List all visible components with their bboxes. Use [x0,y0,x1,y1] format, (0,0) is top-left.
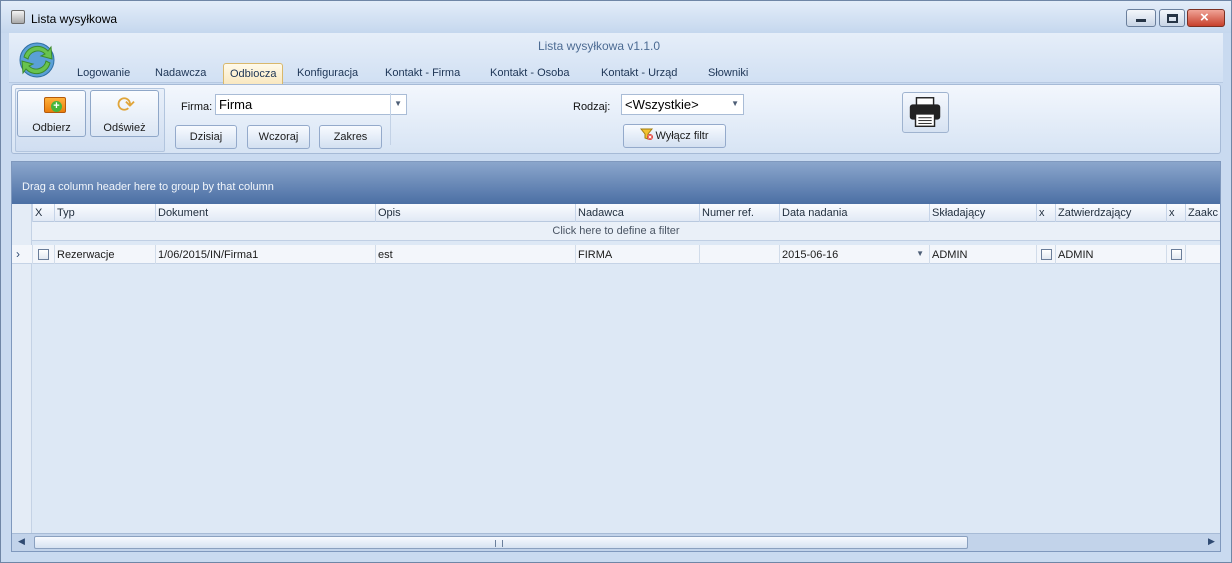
tab-kontakt-osoba[interactable]: Kontakt - Osoba [484,63,576,84]
cell-zaakc[interactable] [1185,245,1220,264]
skladajacy-checkbox[interactable] [1041,249,1052,260]
rodzaj-combo[interactable]: <Wszystkie> ▼ [621,94,744,115]
receive-icon [44,97,66,113]
firma-combo[interactable]: Firma ▼ [215,94,407,115]
refresh-button[interactable]: ⟳ Odśwież [90,90,159,137]
column-header-zatwierdzajacy[interactable]: Zatwierdzający [1055,204,1167,222]
cell-skladajacy[interactable]: ADMIN [929,245,1036,264]
cell-data-nadania-value: 2015-06-16 [782,249,839,261]
cell-opis[interactable]: est [375,245,575,264]
data-grid: Drag a column header here to group by th… [11,161,1221,552]
window-title: Lista wysyłkowa [31,12,118,26]
cell-zatwierdzajacy[interactable]: ADMIN [1055,245,1166,264]
main-window: Lista wysyłkowa × Lista wysyłkowa v1.1.0… [0,0,1232,563]
group-separator [390,93,391,145]
maximize-icon [1167,14,1178,23]
row-checkbox-cell [32,245,54,264]
receive-button[interactable]: Odbierz [17,90,86,137]
close-button[interactable]: × [1187,9,1225,27]
zatwierdzajacy-checkbox[interactable] [1171,249,1182,260]
tab-nadawcza[interactable]: Nadawcza [149,63,212,84]
row-checkbox[interactable] [38,249,49,260]
clear-filter-label: Wyłącz filtr [655,130,709,142]
chevron-right-icon: › [16,247,20,261]
cell-dokument[interactable]: 1/06/2015/IN/Firma1 [155,245,375,264]
print-button[interactable] [902,92,949,133]
filter-row[interactable]: Click here to define a filter [12,222,1220,241]
filter-hint: Click here to define a filter [552,225,680,237]
column-header-opis[interactable]: Opis [375,204,576,222]
column-header-skladajacy-x[interactable]: x [1036,204,1055,222]
actions-group: Odbierz ⟳ Odśwież [15,88,165,152]
app-window-icon [11,10,25,24]
column-header-zaakc[interactable]: Zaakc [1185,204,1220,222]
group-by-hint: Drag a column header here to group by th… [22,181,274,193]
scroll-right-icon[interactable]: ▶ [1208,536,1215,547]
table-row[interactable]: › Rezerwacje 1/06/2015/IN/Firma1 est FIR… [12,245,1220,264]
scroll-left-icon[interactable]: ◀ [18,536,25,547]
cell-nadawca[interactable]: FIRMA [575,245,699,264]
cell-typ[interactable]: Rezerwacje [54,245,155,264]
minimize-button[interactable] [1126,9,1156,27]
receive-button-label: Odbierz [32,122,71,134]
tab-kontakt-urzad[interactable]: Kontakt - Urząd [595,63,683,84]
firma-label: Firma: [181,101,213,113]
rodzaj-label: Rodzaj: [573,101,611,113]
column-header-dokument[interactable]: Dokument [155,204,376,222]
column-header-x[interactable]: X [32,204,52,222]
today-button[interactable]: Dzisiaj [175,125,237,149]
tab-odbiocza[interactable]: Odbiocza [223,63,284,84]
column-header-numer-ref[interactable]: Numer ref. [699,204,780,222]
refresh-button-label: Odśwież [103,122,146,134]
group-by-panel[interactable]: Drag a column header here to group by th… [12,162,1220,204]
range-button[interactable]: Zakres [319,125,382,149]
tab-slowniki[interactable]: Słowniki [702,63,754,84]
tab-kontakt-firma[interactable]: Kontakt - Firma [379,63,466,84]
rodzaj-combo-value: <Wszystkie> [625,97,699,112]
grid-header: X Typ Dokument Opis Nadawca Numer ref. D… [12,204,1220,222]
column-header-nadawca[interactable]: Nadawca [575,204,700,222]
tab-logowanie[interactable]: Logowanie [71,63,136,84]
cell-zatwierdzajacy-x [1166,245,1185,264]
clear-filter-icon [640,128,654,140]
minimize-icon [1136,19,1146,22]
ribbon-panel: Odbierz ⟳ Odśwież Firma: Firma ▼ Dzisiaj… [11,84,1221,154]
clear-filter-button[interactable]: Wyłącz filtr [623,124,726,148]
tab-konfiguracja[interactable]: Konfiguracja [291,63,364,84]
cell-skladajacy-x [1036,245,1055,264]
column-header-data-nadania[interactable]: Data nadania [779,204,930,222]
yesterday-button[interactable]: Wczoraj [247,125,310,149]
ribbon-header: Lista wysyłkowa v1.1.0 Logowanie Nadawcz… [9,33,1223,84]
refresh-icon: ⟳ [116,92,136,117]
cell-numer-ref[interactable] [699,245,779,264]
column-header-zatwierdzajacy-x[interactable]: x [1166,204,1185,222]
chevron-down-icon[interactable]: ▼ [916,249,924,258]
close-icon: × [1200,9,1209,26]
scrollbar-grip-icon [495,540,503,547]
column-header-typ[interactable]: Typ [54,204,156,222]
firma-combo-value: Firma [219,97,253,112]
cell-data-nadania[interactable]: 2015-06-16 ▼ [779,245,929,264]
column-header-skladajacy[interactable]: Składający [929,204,1037,222]
chevron-down-icon: ▼ [731,99,739,108]
chevron-down-icon: ▼ [394,99,402,108]
app-title: Lista wysyłkowa v1.1.0 [537,39,661,53]
horizontal-scrollbar[interactable]: ◀ ▶ [12,533,1220,551]
maximize-button[interactable] [1159,9,1185,27]
title-bar: Lista wysyłkowa × [1,1,1231,33]
printer-icon [909,97,941,128]
scrollbar-thumb[interactable] [34,536,968,549]
